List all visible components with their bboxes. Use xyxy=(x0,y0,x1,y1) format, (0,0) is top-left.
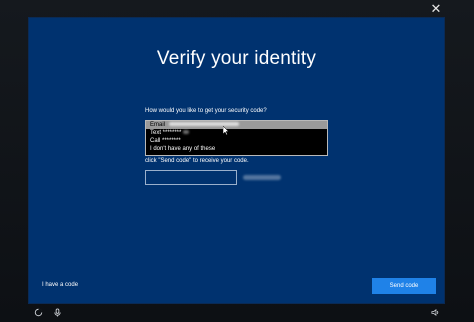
option-none[interactable]: I don't have any of these xyxy=(146,145,327,153)
option-text[interactable]: Text ******** xyxy=(146,129,327,137)
option-label: Call ******** xyxy=(150,138,181,144)
send-code-hint: click "Send code" to receive your code. xyxy=(145,158,249,164)
volume-icon[interactable] xyxy=(431,308,440,317)
close-icon: ✕ xyxy=(430,2,442,17)
masked-email-address xyxy=(243,175,281,180)
code-input[interactable] xyxy=(145,170,237,185)
page-title: Verify your identity xyxy=(156,48,317,69)
have-code-link[interactable]: I have a code xyxy=(42,282,78,288)
method-question: How would you like to get your security … xyxy=(145,108,267,114)
masked-value xyxy=(183,130,190,135)
verification-method-list[interactable]: Email Text ******** Call ******** I don'… xyxy=(145,120,328,156)
option-email[interactable]: Email xyxy=(146,121,327,129)
mouse-pointer-icon xyxy=(223,126,229,135)
close-button[interactable]: ✕ xyxy=(428,3,444,17)
accessibility-icon[interactable] xyxy=(34,308,43,317)
window-frame: ✕ Verify your identity How would you lik… xyxy=(0,0,474,322)
option-label: Text ******** xyxy=(150,130,182,136)
option-label: Email xyxy=(150,122,167,128)
option-call[interactable]: Call ******** xyxy=(146,137,327,145)
microphone-icon[interactable] xyxy=(53,308,62,317)
option-label: I don't have any of these xyxy=(150,146,216,152)
send-code-button[interactable]: Send code xyxy=(372,278,436,294)
verify-dialog: Verify your identity How would you like … xyxy=(29,18,444,303)
